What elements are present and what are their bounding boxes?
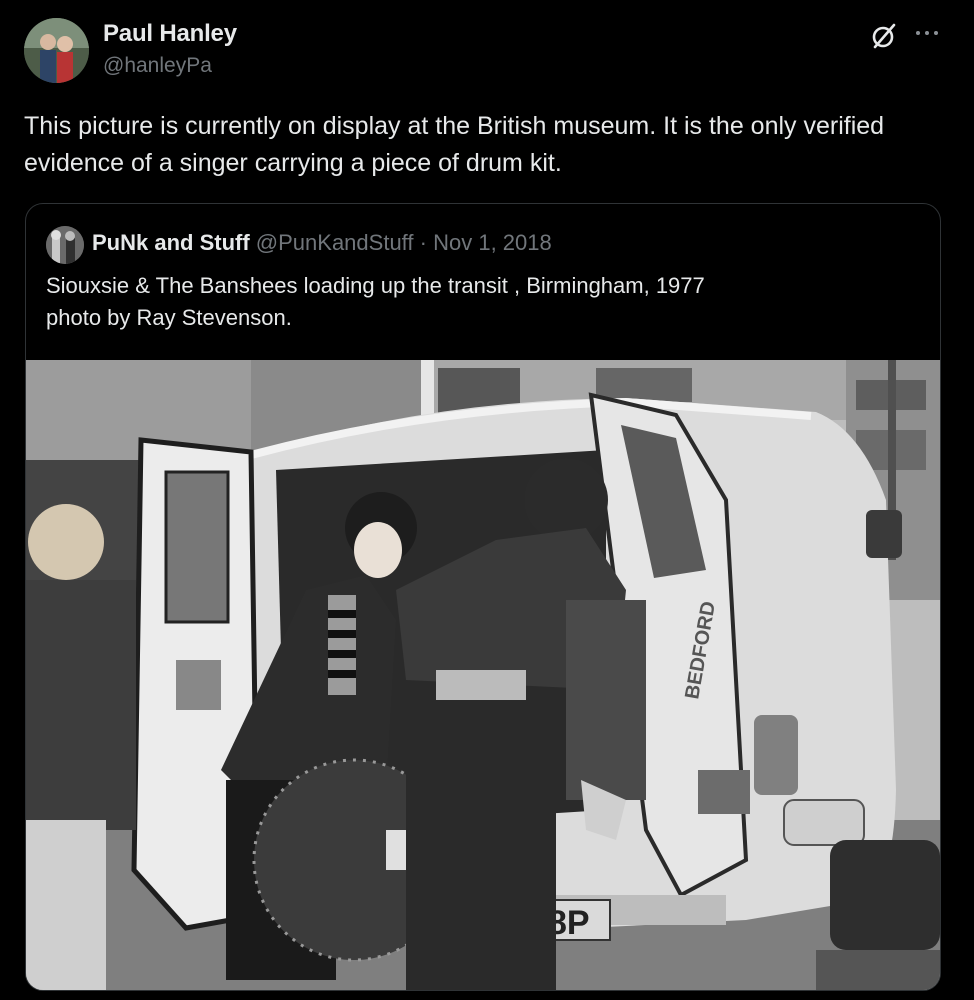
- quoted-text-line: photo by Ray Stevenson.: [46, 305, 292, 330]
- tweet-text: This picture is currently on display at …: [24, 112, 885, 177]
- quoted-date[interactable]: Nov 1, 2018: [433, 230, 552, 255]
- tweet: Paul Hanley @hanleyPa This picture is cu…: [0, 0, 974, 1000]
- quoted-author-handle[interactable]: @PunKandStuff: [256, 230, 414, 255]
- quoted-photo[interactable]: BEDFORD NL 718P: [26, 360, 940, 990]
- grok-icon[interactable]: [868, 20, 900, 52]
- quoted-header: PuNk and Stuff @PunKandStuff · Nov 1, 20…: [92, 230, 552, 256]
- author-name[interactable]: Paul Hanley: [103, 20, 237, 48]
- quoted-tweet[interactable]: PuNk and Stuff @PunKandStuff · Nov 1, 20…: [25, 203, 941, 991]
- quoted-separator: ·: [419, 230, 427, 255]
- quoted-author-avatar[interactable]: [46, 226, 84, 264]
- quoted-text: Siouxsie & The Banshees loading up the t…: [46, 270, 906, 334]
- author-handle[interactable]: @hanleyPa: [103, 54, 212, 78]
- author-avatar[interactable]: [24, 18, 89, 83]
- quoted-text-line: Siouxsie & The Banshees loading up the t…: [46, 273, 705, 298]
- more-icon[interactable]: [912, 18, 942, 48]
- quoted-author-name[interactable]: PuNk and Stuff: [92, 230, 250, 255]
